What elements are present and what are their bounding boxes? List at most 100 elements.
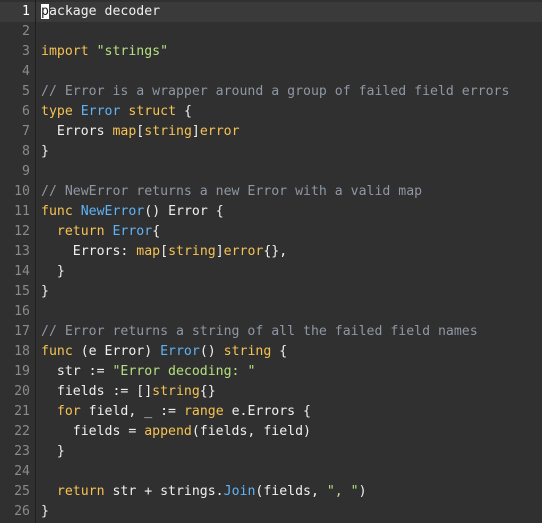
code-line[interactable] [41,462,542,482]
line-number: 19 [14,364,30,379]
line-number-gutter[interactable]: 1 2 3 4 5 6 7 8 9 10 11 12 13 14 15 16 17 18 19 20 21 22 23 24 2… [0,0,36,523]
code-token-plain: Errors [41,124,113,139]
code-area[interactable]: package decoder import "strings" // Error … [36,0,542,523]
line-number: 3 [22,44,30,59]
code-token-keyword: string [152,384,200,399]
code-token-keyword: range [183,404,224,419]
code-token-keyword: return [56,484,105,499]
code-token-type: Error [160,344,200,359]
line-number: 2 [22,24,30,39]
code-token-plain: field, _ := [80,404,184,419]
line-number: 17 [14,324,30,339]
line-number: 10 [14,184,30,199]
code-token-comment: // Error is a wrapper around a group of … [41,84,510,99]
line-number: 22 [14,424,30,439]
code-token-plain: fields = [41,424,145,439]
code-token-keyword: for [56,404,81,419]
code-token-keyword: func [41,204,73,219]
code-token-plain: str := [41,364,113,379]
code-line[interactable]: func NewError() Error { [41,202,542,222]
code-line[interactable] [41,22,542,42]
code-token-plain: { [271,344,288,359]
code-line[interactable]: } [41,442,542,462]
code-line[interactable]: Errors map[string]error [41,122,542,142]
line-number: 8 [22,144,30,159]
code-line[interactable]: } [41,142,542,162]
line-number: 11 [14,204,30,219]
code-line[interactable]: for field, _ := range e.Errors { [41,402,542,422]
code-token-type: NewError [80,204,145,219]
code-token-keyword: map [136,244,161,259]
code-line[interactable]: fields := []string{} [41,382,542,402]
code-token-keyword: type [41,104,73,119]
line-number: 13 [14,244,30,259]
line-number: 12 [14,224,30,239]
line-number: 14 [14,264,30,279]
code-line[interactable]: } [41,282,542,302]
line-number: 7 [22,124,30,139]
code-token-plain: e.Errors { [223,404,311,419]
code-line[interactable]: package decoder [36,2,542,22]
code-line[interactable]: return str + strings.Join(fields, ", ") [41,482,542,502]
code-token-keyword: error [223,244,264,259]
code-line[interactable]: // Error returns a string of all the fai… [41,322,542,342]
code-line[interactable] [41,162,542,182]
code-token-plain: () [199,344,224,359]
line-number: 18 [14,344,30,359]
code-token-plain: {} [199,384,216,399]
line-number: 23 [14,444,30,459]
code-line[interactable] [41,62,542,82]
code-token-keyword: map [112,124,137,139]
code-token-keyword: struct [128,104,177,119]
code-token-plain: } [41,144,49,159]
code-token-string: "Error decoding: " [112,364,256,379]
line-number: 21 [14,404,30,419]
code-line[interactable]: Errors: map[string]error{}, [41,242,542,262]
code-token-keyword: string [223,344,272,359]
code-token-plain: [ [160,244,169,259]
code-token-plain: ) [358,484,367,499]
code-token-keyword: append [144,424,192,439]
line-number: 16 [14,304,30,319]
code-token-plain: str + strings. [104,484,224,499]
line-number: 15 [14,284,30,299]
code-token-plain: } [41,444,65,459]
code-token-plain: ] [215,244,224,259]
code-token-plain: } [41,504,49,519]
code-token-plain: fields := [] [41,384,153,399]
code-line[interactable]: type Error struct { [41,102,542,122]
code-token-plain: } [41,284,49,299]
line-number: 25 [14,484,30,499]
line-number: 6 [22,104,30,119]
line-number: 20 [14,384,30,399]
code-token-keyword: string [168,244,216,259]
code-line[interactable]: // Error is a wrapper around a group of … [41,82,542,102]
line-number: 1 [0,2,35,22]
text-cursor: p [41,4,49,19]
code-line[interactable]: // NewError returns a new Error with a v… [41,182,542,202]
code-line[interactable] [41,302,542,322]
line-number: 24 [14,464,30,479]
code-line[interactable]: fields = append(fields, field) [41,422,542,442]
code-line[interactable]: import "strings" [41,42,542,62]
code-line[interactable]: str := "Error decoding: " [41,362,542,382]
code-editor[interactable]: 1 2 3 4 5 6 7 8 9 10 11 12 13 14 15 16 17 18 19 20 21 22 23 24 2… [0,0,542,523]
code-token-plain: Errors: [41,244,137,259]
line-number: 26 [14,504,30,519]
code-line[interactable]: func (e Error) Error() string { [41,342,542,362]
code-token-plain: { [176,104,192,119]
code-token-type: Error [80,104,121,119]
code-line[interactable]: return Error{ [41,222,542,242]
code-token-plain: ackage decoder [48,4,161,19]
code-line[interactable]: } [41,502,542,522]
code-line[interactable]: } [41,262,542,282]
code-token-type: Join [223,484,256,499]
line-number: 5 [22,84,30,99]
code-token-comment: // NewError returns a new Error with a v… [41,184,423,199]
code-token-string: "strings" [96,44,169,59]
